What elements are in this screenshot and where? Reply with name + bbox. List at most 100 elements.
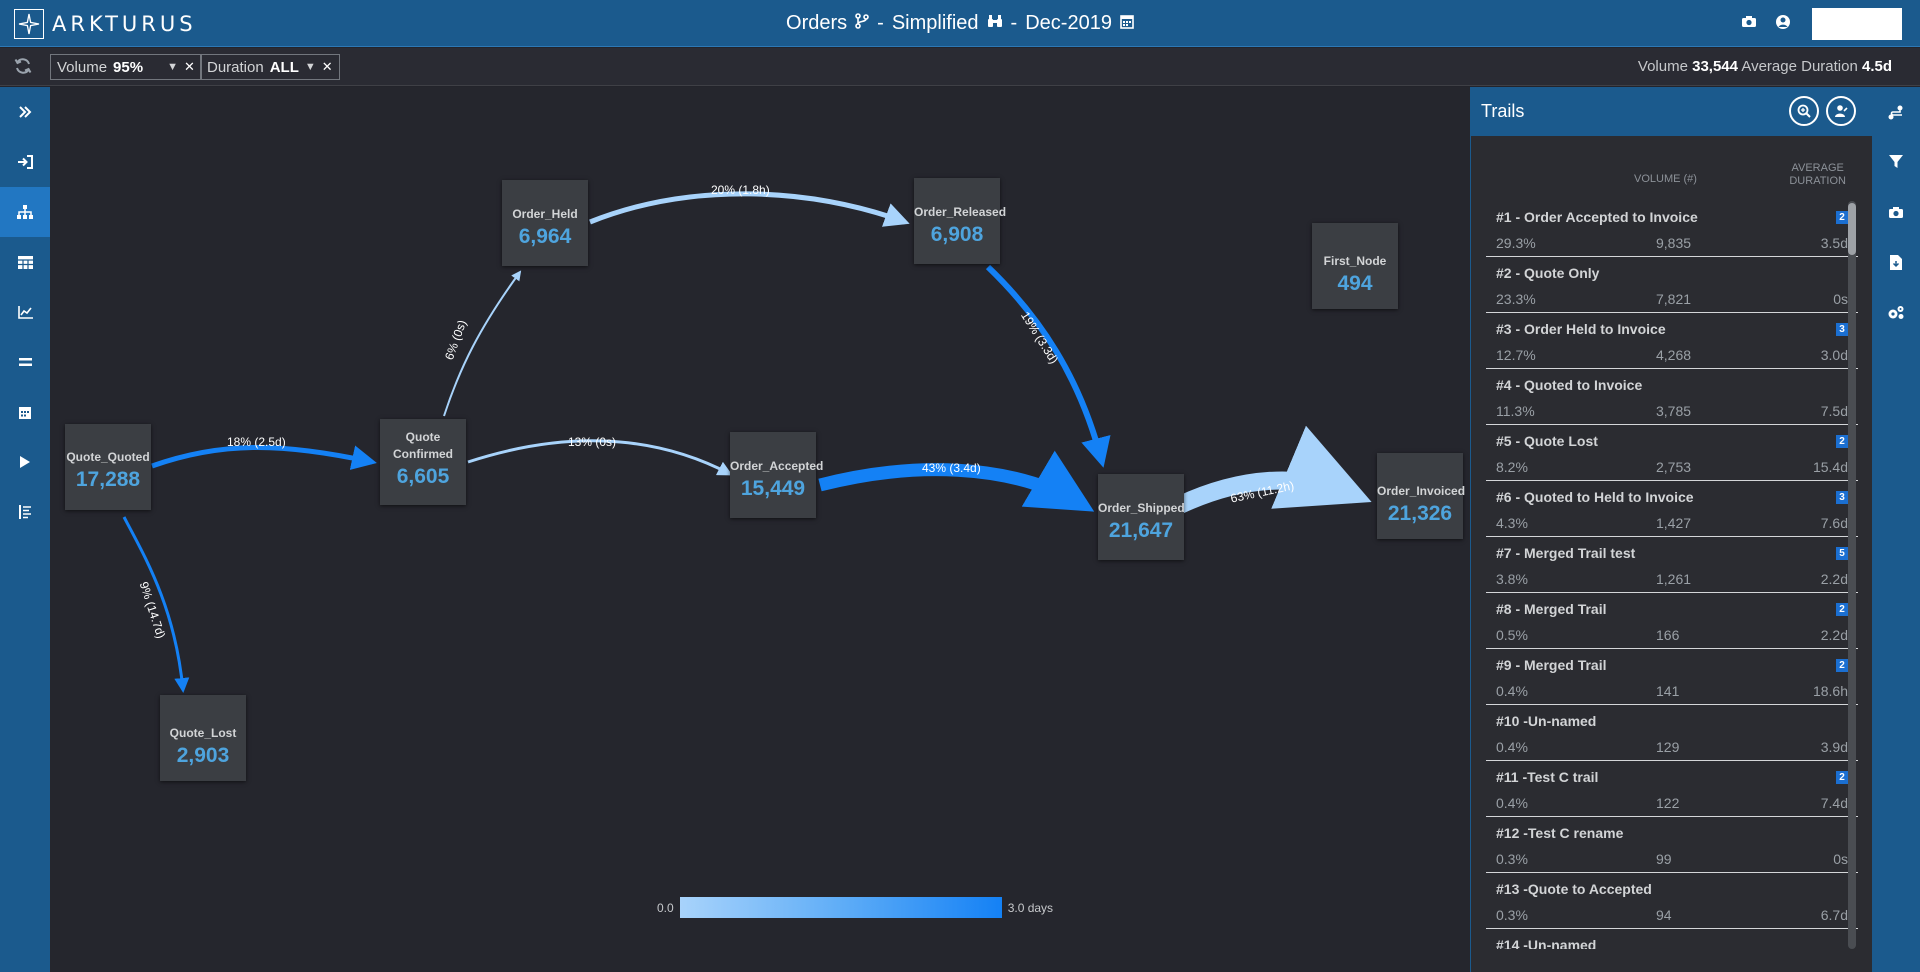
node-count: 21,326 xyxy=(1387,502,1453,525)
node-order-released[interactable]: Order_Released 6,908 xyxy=(914,178,1006,264)
trail-percent: 8.2% xyxy=(1496,459,1528,475)
trail-row[interactable]: #8 - Merged Trail 0.5% 166 2.2d 2 xyxy=(1486,593,1858,649)
trail-step-badge: 3 xyxy=(1836,491,1848,504)
equals-icon[interactable] xyxy=(0,337,50,387)
node-count: 6,964 xyxy=(518,225,572,248)
volume-column-header[interactable]: VOLUME (#) xyxy=(1634,173,1697,185)
trail-duration: 3.9d xyxy=(1820,739,1848,755)
trail-row[interactable]: #5 - Quote Lost 8.2% 2,753 15.4d 2 xyxy=(1486,425,1858,481)
line-chart-icon[interactable] xyxy=(0,287,50,337)
expand-icon[interactable] xyxy=(0,87,50,137)
list-icon[interactable] xyxy=(0,487,50,537)
title-period[interactable]: Dec-2019 xyxy=(1025,12,1112,35)
user-circle-icon[interactable] xyxy=(1772,14,1794,35)
trail-row[interactable]: #9 - Merged Trail 0.4% 141 18.6h 2 xyxy=(1486,649,1858,705)
branch-icon[interactable] xyxy=(855,13,869,34)
duration-filter-chip[interactable]: Duration ALL ▼ ✕ xyxy=(200,54,340,80)
close-icon[interactable]: ✕ xyxy=(322,59,333,75)
user-menu[interactable] xyxy=(1812,8,1902,40)
trails-header: Trails xyxy=(1471,87,1872,136)
trail-duration: 0s xyxy=(1833,291,1848,307)
trail-row[interactable]: #13 -Quote to Accepted 0.3% 94 6.7d xyxy=(1486,873,1858,929)
trail-row[interactable]: #10 -Un-named 0.4% 129 3.9d xyxy=(1486,705,1858,761)
camera-icon[interactable] xyxy=(1738,15,1760,33)
scrollbar-thumb[interactable] xyxy=(1848,203,1856,255)
trail-name: #6 - Quoted to Held to Invoice xyxy=(1496,489,1694,505)
chevron-down-icon[interactable]: ▼ xyxy=(167,61,178,73)
trails-scrollbar[interactable] xyxy=(1848,201,1856,949)
trail-row[interactable]: #14 -Un-named xyxy=(1486,929,1858,949)
trail-volume: 166 xyxy=(1656,627,1680,643)
node-first-node[interactable]: First_Node 494 xyxy=(1312,223,1398,309)
trail-row[interactable]: #4 - Quoted to Invoice 11.3% 3,785 7.5d xyxy=(1486,369,1858,425)
node-quote-quoted[interactable]: Quote_Quoted 17,288 xyxy=(65,424,151,510)
edge-label: 18% (2.5d) xyxy=(227,435,286,449)
node-order-invoiced[interactable]: Order_Invoiced 21,326 xyxy=(1377,453,1466,539)
node-count: 17,288 xyxy=(75,468,141,491)
process-map-canvas[interactable]: 18% (2.5d) 9% (14.7d) 6% (0s) 13% (0s) 2… xyxy=(50,87,1470,972)
close-icon[interactable]: ✕ xyxy=(184,59,195,75)
route-icon[interactable] xyxy=(1872,87,1920,137)
trail-volume: 141 xyxy=(1656,683,1680,699)
node-count: 2,903 xyxy=(176,744,230,767)
top-bar: ARKTURUS Orders - Simplified - Dec-2019 xyxy=(0,0,1920,47)
refresh-icon[interactable] xyxy=(14,57,32,80)
trail-row[interactable]: #12 -Test C rename 0.3% 99 0s xyxy=(1486,817,1858,873)
trail-name: #8 - Merged Trail xyxy=(1496,601,1607,617)
trail-percent: 11.3% xyxy=(1496,403,1535,419)
node-quote-lost[interactable]: Quote_Lost 2,903 xyxy=(160,695,246,781)
legend-gradient-bar xyxy=(679,897,1002,918)
node-order-shipped[interactable]: Order_Shipped 21,647 xyxy=(1098,474,1185,560)
zoom-search-icon[interactable] xyxy=(1789,96,1819,126)
chevron-down-icon[interactable]: ▼ xyxy=(305,61,316,73)
trail-volume: 9,835 xyxy=(1656,235,1692,251)
trail-percent: 0.4% xyxy=(1496,683,1528,699)
trail-row[interactable]: #7 - Merged Trail test 3.8% 1,261 2.2d 5 xyxy=(1486,537,1858,593)
binoculars-icon[interactable] xyxy=(987,14,1003,33)
trail-row[interactable]: #11 -Test C trail 0.4% 122 7.4d 2 xyxy=(1486,761,1858,817)
trail-name: #9 - Merged Trail xyxy=(1496,657,1607,673)
trail-row[interactable]: #3 - Order Held to Invoice 12.7% 4,268 3.0d… xyxy=(1486,313,1858,369)
title-view[interactable]: Simplified xyxy=(892,12,979,35)
camera-icon[interactable] xyxy=(1872,187,1920,237)
volume-filter-chip[interactable]: Volume 95% ▼ ✕ xyxy=(50,54,202,80)
trail-row[interactable]: #1 - Order Accepted to Invoice 29.3% 9,835… xyxy=(1486,201,1858,257)
trail-duration: 18.6h xyxy=(1812,683,1848,699)
title-process[interactable]: Orders xyxy=(786,12,847,35)
edge-label: 13% (0s) xyxy=(568,435,617,449)
left-sidebar xyxy=(0,87,50,972)
sitemap-icon[interactable] xyxy=(0,187,50,237)
node-order-held[interactable]: Order_Held 6,964 xyxy=(502,180,588,266)
table-icon[interactable] xyxy=(0,237,50,287)
file-download-icon[interactable] xyxy=(1872,237,1920,287)
trail-name: #5 - Quote Lost xyxy=(1496,433,1598,449)
volume-stat-value: 33,544 xyxy=(1692,58,1738,75)
trail-name: #12 -Test C rename xyxy=(1496,825,1624,841)
node-order-accepted[interactable]: Order_Accepted 15,449 xyxy=(730,432,823,518)
node-name: Order_Held xyxy=(512,207,578,221)
user-edit-icon[interactable] xyxy=(1826,96,1856,126)
trails-list: #1 - Order Accepted to Invoice 29.3% 9,835… xyxy=(1486,201,1858,949)
duration-column-header[interactable]: AVERAGE DURATION xyxy=(1789,162,1846,188)
edge-label: 20% (1.8h) xyxy=(711,183,770,197)
node-quote-confirmed[interactable]: Quote Confirmed 6,605 xyxy=(380,419,466,505)
node-name: Order_Invoiced xyxy=(1377,484,1466,498)
trail-row[interactable]: #6 - Quoted to Held to Invoice 4.3% 1,427 7… xyxy=(1486,481,1858,537)
calendar-icon[interactable] xyxy=(1120,14,1134,34)
calendar-icon[interactable] xyxy=(0,387,50,437)
play-icon[interactable] xyxy=(0,437,50,487)
duration-stat-value: 4.5d xyxy=(1861,58,1892,75)
legend-max: 3.0 days xyxy=(1007,900,1054,915)
cogs-icon[interactable] xyxy=(1872,287,1920,337)
trail-name: #14 -Un-named xyxy=(1496,937,1597,949)
trail-percent: 0.4% xyxy=(1496,795,1528,811)
edge-quoted-to-confirmed[interactable] xyxy=(151,445,377,470)
trail-row[interactable]: #2 - Quote Only 23.3% 7,821 0s xyxy=(1486,257,1858,313)
edge-held-to-released[interactable] xyxy=(589,191,910,227)
edge-released-to-shipped[interactable] xyxy=(985,264,1111,468)
node-count: 494 xyxy=(1337,272,1373,295)
sign-in-icon[interactable] xyxy=(0,137,50,187)
trail-step-badge: 5 xyxy=(1836,547,1848,560)
trail-name: #3 - Order Held to Invoice xyxy=(1496,321,1666,337)
filter-icon[interactable] xyxy=(1872,137,1920,187)
